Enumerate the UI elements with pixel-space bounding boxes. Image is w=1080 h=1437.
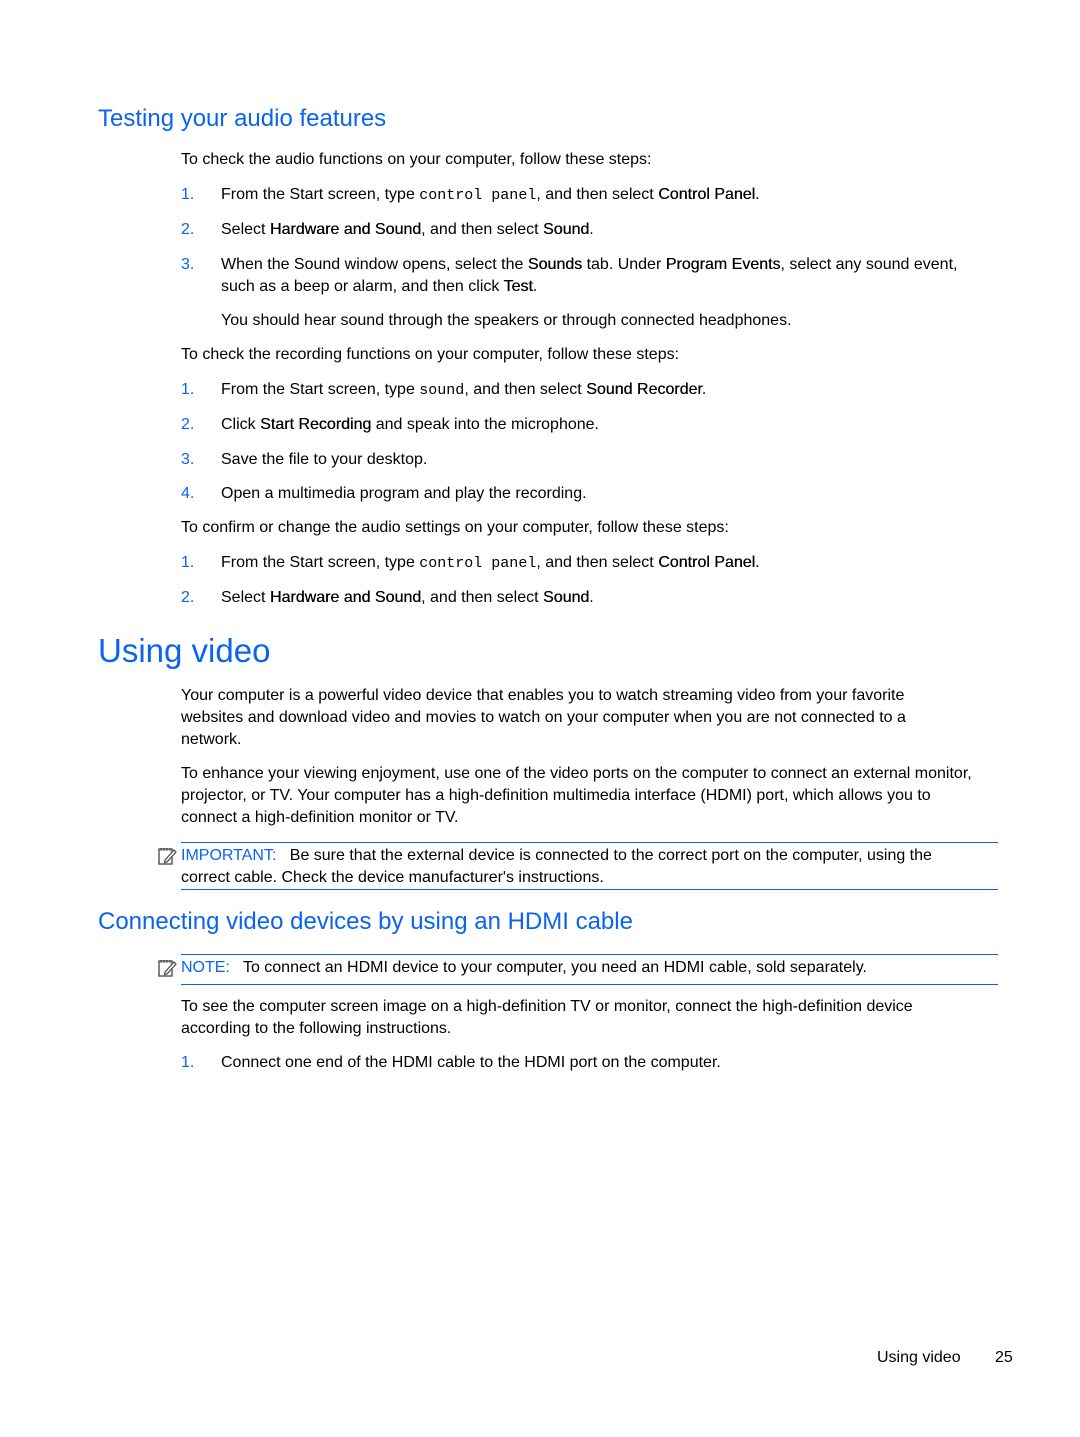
section-heading-video: Using video [98, 632, 271, 669]
text: . [589, 221, 594, 238]
text: , and then select [421, 589, 543, 606]
section-heading-hdmi: Connecting video devices by using an HDM… [98, 908, 633, 935]
paragraph: To check the recording functions on your… [181, 346, 680, 363]
list-text: From the Start screen, type control pane… [221, 552, 981, 575]
important-label: IMPORTANT: [181, 847, 277, 864]
list-number: 2. [181, 221, 195, 238]
ui-term: Sound [543, 221, 590, 238]
list-number: 1. [181, 381, 195, 398]
divider [181, 954, 998, 955]
ui-term: Sounds [527, 256, 583, 273]
list-text: From the Start screen, type control pane… [221, 184, 981, 207]
ui-term: Sound Recorder [586, 381, 702, 398]
note-label: NOTE: [181, 959, 230, 976]
list-text: Open a multimedia program and play the r… [221, 483, 981, 505]
paragraph: To confirm or change the audio settings … [181, 519, 729, 536]
text: Click [221, 416, 261, 433]
divider [181, 889, 998, 890]
list-text: Save the file to your desktop. [221, 449, 981, 471]
text: , and then select [421, 221, 543, 238]
text: . [755, 554, 760, 571]
important-notice: IMPORTANT: Be sure that the external dev… [181, 845, 981, 889]
text: and speak into the microphone. [371, 416, 599, 433]
text: Select [221, 221, 270, 238]
section-heading-audio: Testing your audio features [98, 105, 387, 132]
list-number: 3. [181, 451, 195, 468]
list-text: Select Hardware and Sound, and then sele… [221, 587, 981, 609]
text: Select [221, 589, 270, 606]
text: From the Start screen, type [221, 554, 420, 571]
code-text: control panel [419, 187, 537, 204]
text: From the Start screen, type [221, 381, 420, 398]
text: . [589, 589, 594, 606]
divider [181, 984, 998, 985]
page-number: 25 [995, 1349, 1013, 1366]
text: , and then select [536, 554, 659, 571]
list-text: Click Start Recording and speak into the… [221, 414, 981, 436]
paragraph: You should hear sound through the speake… [221, 312, 792, 329]
text: When the Sound window opens, select the [221, 256, 528, 273]
important-text: Be sure that the external device is conn… [181, 847, 932, 886]
paragraph: To see the computer screen image on a hi… [181, 998, 913, 1037]
list-text: Connect one end of the HDMI cable to the… [221, 1052, 981, 1074]
divider [181, 842, 998, 843]
text: . [701, 381, 707, 398]
note-icon [158, 960, 177, 977]
text: Open a multimedia program and play the r… [221, 485, 587, 502]
ui-term: Test [503, 278, 533, 295]
note-notice: NOTE: To connect an HDMI device to your … [181, 957, 981, 979]
text: From the Start screen, type [221, 186, 420, 203]
ui-term: Hardware and Sound [269, 221, 422, 238]
code-text: control panel [419, 555, 537, 572]
important-note-icon [158, 848, 177, 865]
list-text: Select Hardware and Sound, and then sele… [221, 219, 981, 241]
list-number: 1. [181, 186, 195, 203]
ui-term: Start Recording [260, 416, 372, 433]
list-text: From the Start screen, type sound, and t… [221, 379, 981, 402]
text: , and then select [464, 381, 587, 398]
text: tab. Under [582, 256, 666, 273]
list-number: 4. [181, 485, 195, 502]
ui-term: Sound [543, 589, 590, 606]
paragraph: Your computer is a powerful video device… [181, 687, 906, 748]
footer-section-title: Using video [877, 1349, 961, 1366]
text: Connect one end of the HDMI cable to the… [221, 1054, 721, 1071]
paragraph: To check the audio functions on your com… [181, 151, 652, 168]
text: . [532, 278, 538, 295]
ui-term: Hardware and Sound [269, 589, 422, 606]
ui-term: Control Panel [658, 186, 756, 203]
paragraph: To enhance your viewing enjoyment, use o… [181, 765, 972, 826]
text: Save the file to your desktop. [221, 451, 428, 468]
list-number: 1. [181, 554, 195, 571]
list-number: 3. [181, 256, 195, 273]
list-number: 2. [181, 416, 195, 433]
text: , and then select [536, 186, 659, 203]
code-text: sound [419, 382, 465, 399]
list-number: 1. [181, 1054, 195, 1071]
note-text: To connect an HDMI device to your comput… [242, 959, 867, 976]
ui-term: Control Panel [658, 554, 756, 571]
ui-term: Program Events [665, 256, 781, 273]
list-number: 2. [181, 589, 195, 606]
text: . [755, 186, 760, 203]
list-text: When the Sound window opens, select the … [221, 254, 981, 298]
